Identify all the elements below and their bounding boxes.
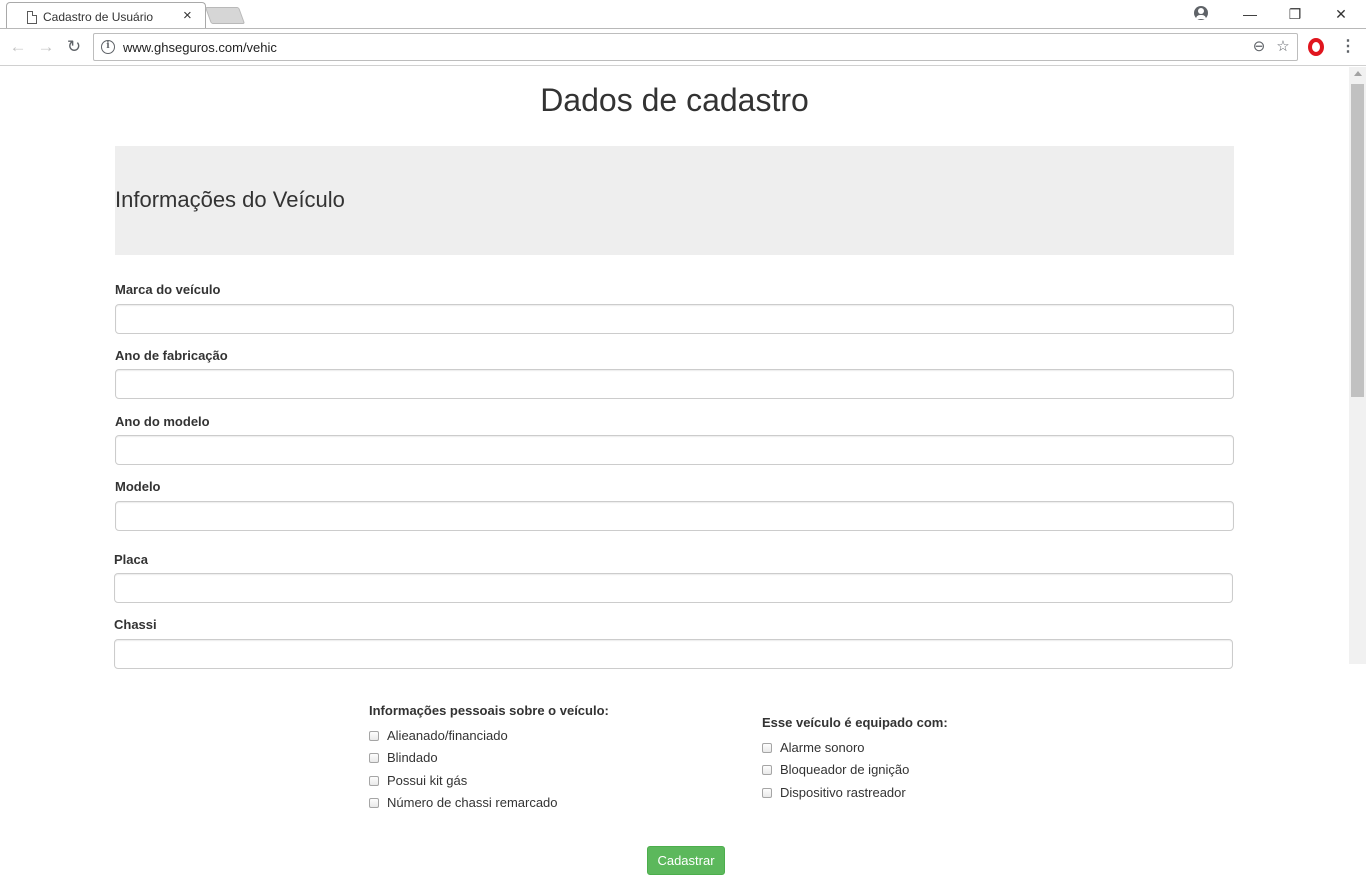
equipment-heading: Esse veículo é equipado com: <box>762 715 948 730</box>
zoom-icon[interactable]: ⊖ <box>1250 38 1268 56</box>
page-icon <box>27 11 37 24</box>
manufacture-year-label: Ano de fabricação <box>115 348 228 363</box>
page-content: Dados de cadastro Informações do Veículo… <box>0 67 1349 890</box>
minimize-button[interactable]: — <box>1240 4 1260 24</box>
brand-label: Marca do veículo <box>115 282 221 297</box>
checkbox-label[interactable]: Alarme sonoro <box>780 740 865 755</box>
section-title: Informações do Veículo <box>115 187 345 212</box>
chassis-input[interactable] <box>114 639 1233 669</box>
model-year-label: Ano do modelo <box>115 414 210 429</box>
page-title: Dados de cadastro <box>540 82 809 118</box>
url-text[interactable]: www.ghseguros.com/vehic <box>123 40 277 55</box>
brand-input[interactable] <box>115 304 1234 334</box>
restore-button[interactable]: ❐ <box>1285 4 1305 24</box>
checkbox-label[interactable]: Blindado <box>387 750 438 765</box>
forward-arrow-icon[interactable]: → <box>36 37 56 57</box>
plate-label: Placa <box>114 552 148 567</box>
browser-menu-icon[interactable]: ⋮ <box>1338 37 1358 57</box>
window-close-button[interactable]: ✕ <box>1331 4 1351 24</box>
account-icon[interactable] <box>1194 6 1208 20</box>
browser-toolbar: ← → ↻ i www.ghseguros.com/vehic ⊖ ☆ ⋮ <box>0 29 1366 66</box>
scroll-up-arrow-icon[interactable] <box>1354 71 1362 76</box>
checkbox-label[interactable]: Bloqueador de ignição <box>780 762 909 777</box>
new-tab-button[interactable] <box>204 7 246 24</box>
checkbox[interactable] <box>762 765 772 775</box>
checkbox[interactable] <box>369 798 379 808</box>
address-bar[interactable]: i www.ghseguros.com/vehic ⊖ ☆ <box>93 33 1298 61</box>
tab-strip: Cadastro de Usuário × — ❐ ✕ <box>0 0 1366 29</box>
checkbox-label[interactable]: Dispositivo rastreador <box>780 785 906 800</box>
site-info-icon[interactable]: i <box>101 40 115 54</box>
model-label: Modelo <box>115 479 161 494</box>
vertical-scrollbar[interactable] <box>1349 67 1366 664</box>
chassis-label: Chassi <box>114 617 157 632</box>
model-year-input[interactable] <box>115 435 1234 465</box>
tab-close-icon[interactable]: × <box>183 7 192 24</box>
bookmark-star-icon[interactable]: ☆ <box>1274 38 1292 56</box>
section-header: Informações do Veículo <box>115 146 1234 255</box>
plate-input[interactable] <box>114 573 1233 603</box>
checkbox[interactable] <box>762 743 772 753</box>
manufacture-year-input[interactable] <box>115 369 1234 399</box>
tab-title: Cadastro de Usuário <box>43 10 154 24</box>
browser-tab[interactable]: Cadastro de Usuário × <box>6 2 206 29</box>
checkbox[interactable] <box>762 788 772 798</box>
checkbox[interactable] <box>369 731 379 741</box>
checkbox[interactable] <box>369 753 379 763</box>
checkbox-label[interactable]: Possui kit gás <box>387 773 467 788</box>
scrollbar-thumb[interactable] <box>1351 84 1364 397</box>
submit-button[interactable]: Cadastrar <box>647 846 725 875</box>
checkbox-label[interactable]: Alieanado/financiado <box>387 728 508 743</box>
opera-extension-icon[interactable] <box>1308 38 1324 56</box>
reload-icon[interactable]: ↻ <box>64 37 84 57</box>
personal-info-heading: Informações pessoais sobre o veículo: <box>369 703 609 718</box>
checkbox[interactable] <box>369 776 379 786</box>
model-input[interactable] <box>115 501 1234 531</box>
back-arrow-icon[interactable]: ← <box>8 37 28 57</box>
checkbox-label[interactable]: Número de chassi remarcado <box>387 795 558 810</box>
